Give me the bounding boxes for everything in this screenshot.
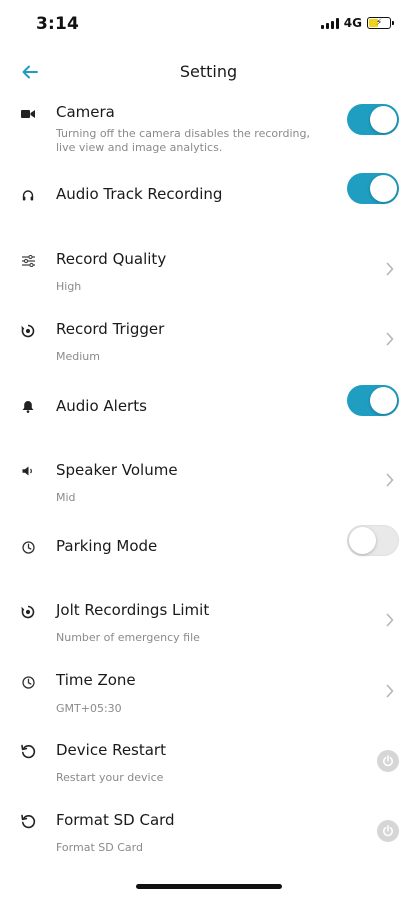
setting-value: Number of emergency file [56,631,200,644]
setting-row-jolt-limit[interactable]: Jolt Recordings Limit Number of emergenc… [0,600,417,650]
setting-title: Record Trigger [56,320,165,338]
setting-subtitle: Format SD Card [56,841,143,854]
setting-title: Parking Mode [56,537,158,555]
setting-title: Camera [56,103,115,121]
clock-icon [18,672,38,692]
status-indicators: 4G ⚡ [320,16,394,30]
status-bar: 3:14 4G ⚡ [0,0,417,52]
clock-icon [18,537,38,557]
setting-row-record-quality[interactable]: Record Quality High [0,248,417,298]
setting-title: Time Zone [56,671,136,689]
setting-row-device-restart: Device Restart Restart your device [0,740,417,790]
header: Setting [0,52,417,92]
speaker-icon [18,461,38,481]
camera-toggle[interactable] [347,104,399,135]
chevron-right-icon[interactable] [383,611,397,629]
setting-title: Jolt Recordings Limit [56,601,210,619]
trigger-icon [18,321,38,341]
trigger-icon [18,602,38,622]
bell-icon [18,396,38,416]
power-icon [383,825,393,837]
setting-value: GMT+05:30 [56,702,122,715]
setting-title: Format SD Card [56,811,175,829]
setting-value: Medium [56,350,100,363]
chevron-right-icon[interactable] [383,330,397,348]
sliders-icon [18,251,38,271]
chevron-right-icon[interactable] [383,471,397,489]
setting-row-audio-track: Audio Track Recording [0,173,417,215]
headphones-icon [18,185,38,205]
setting-title: Record Quality [56,250,167,268]
restart-icon [18,811,38,831]
restart-icon [18,741,38,761]
power-icon [383,755,393,767]
setting-row-speaker-volume[interactable]: Speaker Volume Mid [0,459,417,509]
setting-value: High [56,280,82,293]
chevron-right-icon[interactable] [383,260,397,278]
chevron-right-icon[interactable] [383,682,397,700]
network-type: 4G [343,16,362,30]
status-time: 3:14 [36,14,80,34]
setting-row-camera: Camera Turning off the camera disables t… [0,100,417,160]
audio-track-toggle[interactable] [347,173,399,204]
setting-subtitle: Turning off the camera disables the reco… [56,127,310,140]
setting-title: Audio Track Recording [56,185,223,203]
setting-title: Device Restart [56,741,166,759]
setting-row-audio-alerts: Audio Alerts [0,385,417,428]
video-camera-icon [18,104,38,124]
signal-icon [320,17,339,29]
setting-title: Speaker Volume [56,461,178,479]
format-sd-button[interactable] [377,820,399,842]
setting-title: Audio Alerts [56,397,147,415]
setting-subtitle: live view and image analytics. [56,141,223,154]
setting-row-time-zone[interactable]: Time Zone GMT+05:30 [0,670,417,720]
setting-row-record-trigger[interactable]: Record Trigger Medium [0,318,417,368]
setting-row-format-sd: Format SD Card Format SD Card [0,810,417,860]
home-indicator[interactable] [136,884,282,889]
battery-icon: ⚡ [367,17,394,29]
restart-device-button[interactable] [377,750,399,772]
page-title: Setting [179,62,238,81]
setting-row-parking-mode: Parking Mode [0,525,417,570]
setting-subtitle: Restart your device [56,771,164,784]
audio-alerts-toggle[interactable] [347,385,399,416]
parking-mode-toggle[interactable] [347,525,399,556]
setting-value: Mid [56,491,76,504]
